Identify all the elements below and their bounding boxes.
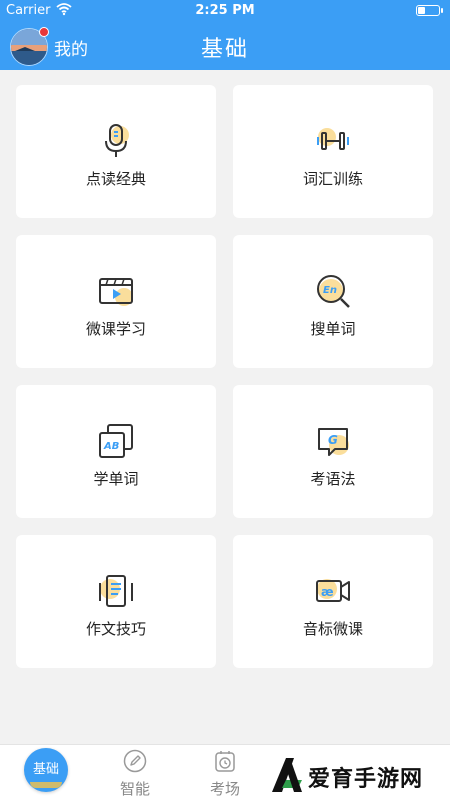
phonetic-camera-icon: æ bbox=[316, 579, 350, 602]
card-label: 搜单词 bbox=[310, 320, 356, 338]
watermark-text: 爱育手游网 bbox=[308, 767, 424, 792]
tab-label: 考场 bbox=[209, 780, 240, 798]
watermark-logo-icon bbox=[272, 758, 302, 792]
dumbbell-icon bbox=[317, 128, 349, 150]
status-time: 2:25 PM bbox=[195, 3, 255, 18]
card-weike-xuexi[interactable]: 微课学习 bbox=[16, 235, 216, 368]
tab-zhineng[interactable]: 智能 bbox=[90, 745, 180, 800]
card-label: 微课学习 bbox=[85, 320, 146, 338]
video-player-icon bbox=[99, 278, 133, 306]
card-yinbiao-weike[interactable]: æ 音标微课 bbox=[233, 535, 433, 668]
card-label: 作文技巧 bbox=[85, 620, 146, 638]
page-title: 基础 bbox=[200, 37, 249, 62]
svg-text:æ: æ bbox=[321, 585, 334, 599]
card-kao-yufa[interactable]: G 考语法 bbox=[233, 385, 433, 518]
card-label: 音标微课 bbox=[302, 620, 363, 638]
card-cihui-xunlian[interactable]: 词汇训练 bbox=[233, 85, 433, 218]
tab-kaochang[interactable]: 考场 bbox=[180, 745, 270, 800]
card-diandu-jingdian[interactable]: 点读经典 bbox=[16, 85, 216, 218]
svg-text:G: G bbox=[328, 433, 338, 447]
card-label: 词汇训练 bbox=[302, 170, 363, 188]
card-label: 学单词 bbox=[93, 470, 139, 488]
card-label: 点读经典 bbox=[85, 170, 146, 188]
microphone-icon bbox=[105, 124, 129, 157]
battery-icon bbox=[416, 5, 443, 16]
search-en-icon: En bbox=[317, 275, 350, 308]
svg-text:AB: AB bbox=[103, 441, 119, 452]
card-zuowen-jiqiao[interactable]: 作文技巧 bbox=[16, 535, 216, 668]
card-sou-danci[interactable]: En 搜单词 bbox=[233, 235, 433, 368]
grammar-bubble-icon: G bbox=[318, 428, 349, 456]
watermark: 爱育手游网 bbox=[262, 748, 450, 800]
pencil-icon bbox=[123, 749, 147, 773]
tab-jichu[interactable]: 基础 bbox=[24, 748, 68, 792]
nav-bar: 我的 基础 bbox=[0, 22, 450, 70]
clock-icon bbox=[215, 751, 235, 772]
card-xue-danci[interactable]: AB 学单词 bbox=[16, 385, 216, 518]
status-bar: Carrier 2:25 PM bbox=[0, 0, 450, 22]
tab-label: 智能 bbox=[119, 780, 150, 798]
ab-cards-icon: AB bbox=[99, 424, 133, 458]
document-icon bbox=[99, 575, 133, 607]
svg-text:En: En bbox=[323, 285, 337, 296]
card-label: 考语法 bbox=[310, 470, 356, 488]
tab-label: 基础 bbox=[32, 762, 59, 777]
